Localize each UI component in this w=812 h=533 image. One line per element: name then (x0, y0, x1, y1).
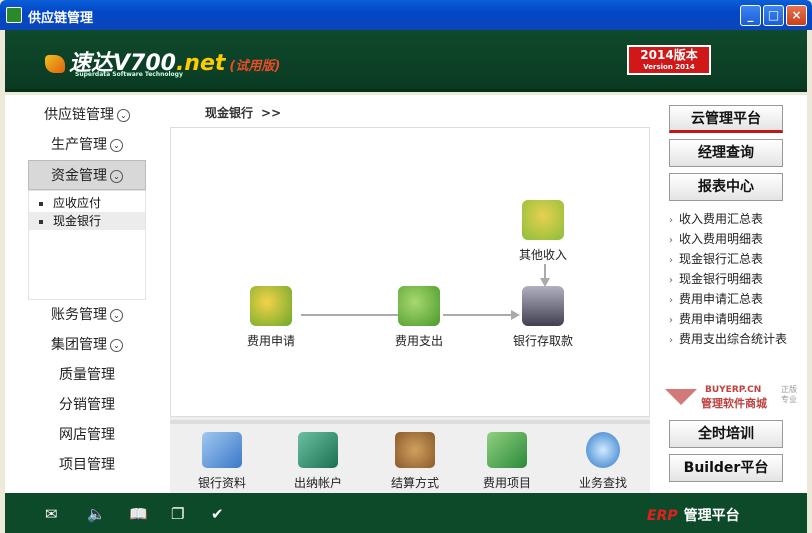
chevron-down-icon: ⌄ (110, 338, 123, 352)
sidebar-subitem-receivable[interactable]: 应收应付 (29, 194, 145, 212)
product-logo: 速达V700.net (试用版) Superdata Software Techn… (45, 45, 281, 78)
settlement-method-icon (395, 432, 435, 468)
training-button[interactable]: 全时培训 (669, 420, 783, 448)
copy-icon[interactable]: ❐ (171, 505, 184, 523)
sidebar-item-supply-chain[interactable]: 供应链管理 ⌄ (28, 100, 146, 130)
app-window: 供应链管理 _ □ × 速达V700.net (试用版) Superdata So… (0, 0, 812, 533)
toolbar-settlement-method[interactable]: 结算方式 (375, 432, 455, 491)
window-title: 供应链管理 (28, 11, 94, 26)
right-bottom-buttons: 全时培训 Builder平台 (669, 420, 789, 488)
partner-logo: BUYERP.CN 管理软件商城 正版 专业 (665, 385, 805, 411)
sidebar-subitem-cash-bank[interactable]: 现金银行 (29, 212, 145, 230)
breadcrumb: 现金银行 >> (205, 106, 282, 120)
flow-node-other-income[interactable]: 其他收入 (498, 200, 588, 263)
bank-deposit-icon (522, 286, 564, 326)
report-center-button[interactable]: 报表中心 (669, 173, 783, 201)
minimize-button[interactable]: _ (740, 5, 761, 26)
flow-node-bank-deposit[interactable]: 银行存取款 (498, 286, 588, 349)
bank-info-icon (202, 432, 242, 468)
chevron-down-icon: ⌄ (110, 169, 123, 183)
sidebar-item-project[interactable]: 项目管理 (28, 450, 146, 480)
maximize-button[interactable]: □ (763, 5, 784, 26)
footer-logo: ERP 管理平台 (647, 508, 740, 524)
chevron-down-icon: ⌄ (110, 308, 123, 322)
close-button[interactable]: × (786, 5, 807, 26)
mail-icon[interactable]: ✉ (45, 505, 58, 523)
sidebar-subpanel: 应收应付 现金银行 (28, 190, 146, 300)
expense-pay-icon (398, 286, 440, 326)
report-link[interactable]: › 现金银行明细表 (669, 269, 789, 289)
title-bar: 供应链管理 _ □ × (0, 0, 812, 30)
sidebar-item-eshop[interactable]: 网店管理 (28, 420, 146, 450)
report-link[interactable]: › 费用支出综合统计表 (669, 329, 789, 349)
chevron-down-icon: ⌄ (110, 138, 123, 152)
sound-icon[interactable]: 🔈 (87, 505, 106, 523)
app-header: 速达V700.net (试用版) Superdata Software Techn… (5, 30, 807, 92)
logo-mark-icon (45, 55, 65, 73)
sidebar-item-quality[interactable]: 质量管理 (28, 360, 146, 390)
sidebar-item-accounting[interactable]: 账务管理 ⌄ (28, 300, 146, 330)
footer-bar: ✉ 🔈 📖 ❐ ✔ ERP 管理平台 (5, 493, 807, 533)
toolbar-bank-info[interactable]: 银行资料 (182, 432, 262, 491)
book-icon[interactable]: 📖 (129, 505, 148, 523)
logo-subtitle: Superdata Software Technology (75, 71, 183, 78)
builder-platform-button[interactable]: Builder平台 (669, 454, 783, 482)
sidebar-item-production[interactable]: 生产管理 ⌄ (28, 130, 146, 160)
sidebar: 供应链管理 ⌄ 生产管理 ⌄ 资金管理 ⌄ 应收应付 现金银行 账务管理 ⌄ 集团管理 ⌄… (28, 100, 146, 480)
partner-logo-icon (665, 389, 697, 405)
report-link[interactable]: › 费用申请汇总表 (669, 289, 789, 309)
toolbar-cashier-account[interactable]: 出纳帐户 (278, 432, 358, 491)
main-area: 供应链管理 ⌄ 生产管理 ⌄ 资金管理 ⌄ 应收应付 现金银行 账务管理 ⌄ 集团管理 ⌄… (5, 95, 807, 493)
report-link[interactable]: › 收入费用汇总表 (669, 209, 789, 229)
toolbar-business-search[interactable]: 业务查找 (563, 432, 643, 491)
flow-node-expense-pay[interactable]: 费用支出 (374, 286, 464, 349)
check-icon[interactable]: ✔ (211, 505, 224, 523)
manager-query-button[interactable]: 经理查询 (669, 139, 783, 167)
sidebar-item-distribution[interactable]: 分销管理 (28, 390, 146, 420)
other-income-icon (522, 200, 564, 240)
flow-node-expense-apply[interactable]: 费用申请 (226, 286, 316, 349)
sidebar-item-group[interactable]: 集团管理 ⌄ (28, 330, 146, 360)
expense-item-icon (487, 432, 527, 468)
report-link[interactable]: › 费用申请明细表 (669, 309, 789, 329)
flow-panel: 费用申请 费用支出 其他收入 银行存取款 (170, 127, 650, 417)
sidebar-item-funds[interactable]: 资金管理 ⌄ (28, 160, 146, 190)
report-link[interactable]: › 现金银行汇总表 (669, 249, 789, 269)
report-link-list: › 收入费用汇总表 › 收入费用明细表 › 现金银行汇总表 › 现金银行明细表 › 费用申… (669, 209, 789, 349)
search-icon (586, 432, 620, 468)
expense-apply-icon (250, 286, 292, 326)
shortcut-toolbar: 银行资料 出纳帐户 结算方式 费用项目 业务查找 (170, 420, 650, 493)
toolbar-expense-item[interactable]: 费用项目 (467, 432, 547, 491)
report-link[interactable]: › 收入费用明细表 (669, 229, 789, 249)
version-badge: 2014版本 Version 2014 (627, 45, 711, 75)
cloud-platform-button[interactable]: 云管理平台 (669, 105, 783, 133)
chevron-down-icon: ⌄ (117, 108, 130, 122)
trial-label: (试用版) (229, 59, 281, 74)
cashier-account-icon (298, 432, 338, 468)
right-panel: 云管理平台 经理查询 报表中心 › 收入费用汇总表 › 收入费用明细表 › 现金银行汇… (669, 105, 789, 349)
app-icon (6, 7, 22, 23)
